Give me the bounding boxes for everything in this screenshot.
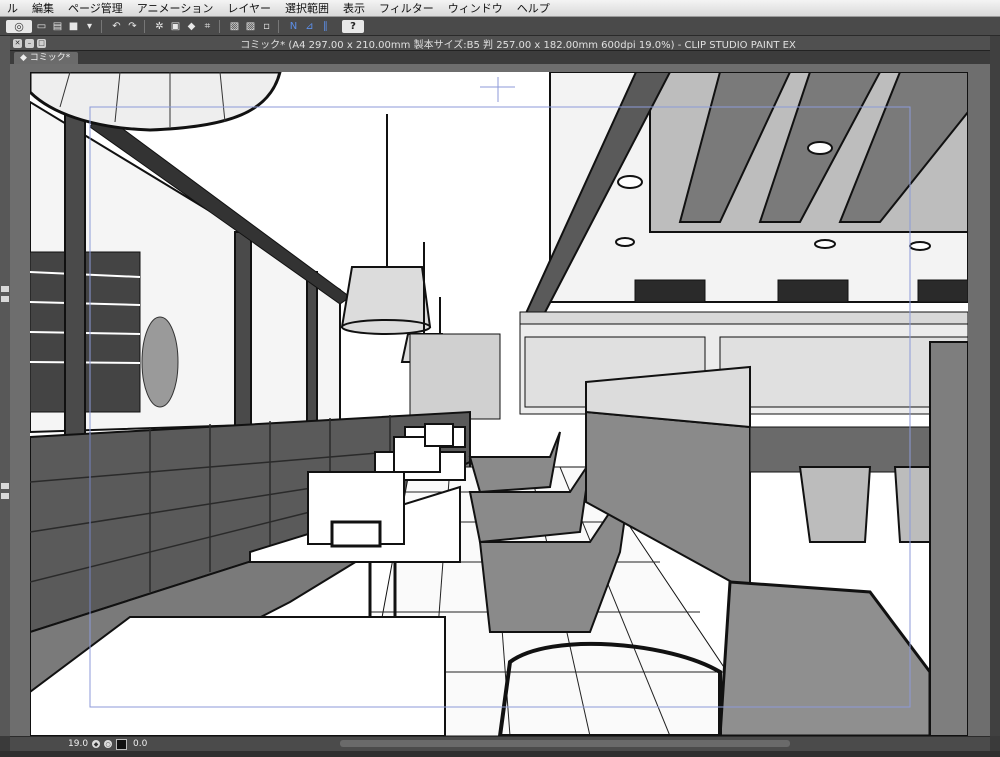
special-ruler-snap-icon[interactable]: ⊿: [303, 20, 316, 33]
panel-marker-icon: [1, 286, 9, 292]
ruler-snap-icon[interactable]: N: [287, 20, 300, 33]
menu-page[interactable]: ページ管理: [61, 0, 130, 16]
document-title: コミック* (A4 297.00 x 210.00mm 製本サイズ:B5 判 2…: [240, 39, 796, 51]
command-bar: ◎ ▭ ▤ ■ ▾ ↶ ↷ ✲ ▣ ◆ ⌗ ▧ ▨ ▫ N ⊿ ∥ ?: [0, 17, 1000, 36]
minimize-icon[interactable]: –: [25, 38, 34, 48]
canvas-color-swatch[interactable]: [116, 738, 128, 750]
save-menu-icon[interactable]: ▾: [83, 20, 96, 33]
zoom-level[interactable]: 19.0: [68, 739, 88, 749]
status-bar: 19.0 ◆ ○ 0.0: [10, 736, 990, 751]
deselect-icon[interactable]: ▧: [228, 20, 241, 33]
window-bottom-edge: [0, 751, 1000, 757]
document-title-bar: ✕ – □ コミック* (A4 297.00 x 210.00mm 製本サイズ:…: [10, 36, 990, 51]
horizontal-scrollbar[interactable]: [340, 740, 790, 747]
maximize-icon[interactable]: □: [37, 38, 46, 48]
drawing-canvas[interactable]: [30, 72, 968, 736]
toolbar-divider: [278, 19, 279, 33]
redo-icon[interactable]: ↷: [126, 20, 139, 33]
left-panel-edge[interactable]: [0, 36, 10, 736]
menu-layer[interactable]: レイヤー: [220, 0, 278, 16]
zoom-stepper-icon[interactable]: ◆: [92, 740, 101, 748]
panel-marker-icon: [1, 483, 9, 489]
menu-help[interactable]: ヘルプ: [510, 0, 557, 16]
toolbar-divider: [144, 19, 145, 33]
select-all-icon[interactable]: ▨: [244, 20, 257, 33]
tab-comic[interactable]: ◆ コミック*: [14, 52, 79, 64]
clear-outside-icon[interactable]: ▣: [169, 20, 182, 33]
menu-view[interactable]: 表示: [336, 0, 372, 16]
cafe-interior-artwork: [30, 72, 968, 736]
panel-marker-icon: [1, 493, 9, 499]
fill-icon[interactable]: ◆: [185, 20, 198, 33]
menu-bar: ル 編集 ページ管理 アニメーション レイヤー 選択範囲 表示 フィルター ウィ…: [0, 0, 1000, 17]
help-icon[interactable]: ?: [342, 19, 364, 33]
app-logo-icon[interactable]: ◎: [6, 19, 32, 33]
menu-edit[interactable]: 編集: [25, 0, 61, 16]
panel-marker-icon: [1, 296, 9, 302]
menu-file[interactable]: ル: [0, 0, 25, 16]
zoom-fit-icon[interactable]: ○: [104, 740, 113, 748]
toolbar-divider: [219, 19, 220, 33]
rotation-angle[interactable]: 0.0: [133, 739, 147, 749]
invert-selection-icon[interactable]: ▫: [260, 20, 273, 33]
transform-icon[interactable]: ⌗: [201, 20, 214, 33]
clear-icon[interactable]: ✲: [153, 20, 166, 33]
open-file-icon[interactable]: ▤: [51, 20, 64, 33]
new-file-icon[interactable]: ▭: [35, 20, 48, 33]
menu-selection[interactable]: 選択範囲: [278, 0, 336, 16]
close-icon[interactable]: ✕: [13, 38, 22, 48]
tab-label: コミック*: [29, 53, 71, 63]
document-tab-bar: ◆ コミック*: [10, 51, 990, 64]
save-icon[interactable]: ■: [67, 20, 80, 33]
menu-animation[interactable]: アニメーション: [130, 0, 221, 16]
undo-icon[interactable]: ↶: [110, 20, 123, 33]
toolbar-divider: [101, 19, 102, 33]
grid-snap-icon[interactable]: ∥: [319, 20, 332, 33]
right-panel-edge[interactable]: [990, 36, 1000, 736]
menu-filter[interactable]: フィルター: [372, 0, 441, 16]
menu-window[interactable]: ウィンドウ: [441, 0, 510, 16]
